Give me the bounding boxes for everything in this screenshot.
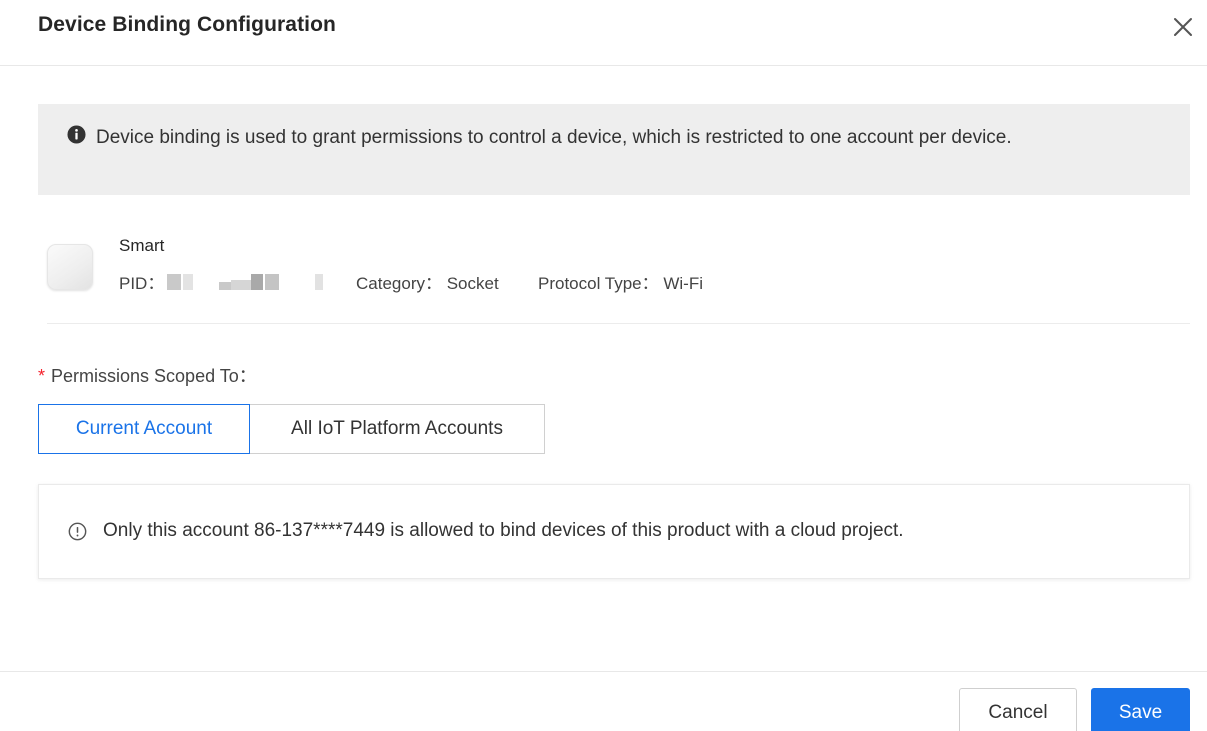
permissions-scope-label-text: Permissions Scoped To： [51,366,257,386]
required-mark: * [38,366,46,386]
device-binding-dialog: Device Binding Configuration Device bind… [0,0,1207,731]
close-icon [1174,18,1192,36]
permissions-scope-label: * Permissions Scoped To： [38,362,257,388]
save-button[interactable]: Save [1091,688,1190,731]
cancel-button[interactable]: Cancel [959,688,1077,731]
info-filled-icon [67,125,86,144]
close-button[interactable] [1170,14,1196,40]
scope-option-all-accounts[interactable]: All IoT Platform Accounts [250,404,545,454]
scope-option-current-account[interactable]: Current Account [38,404,250,454]
product-thumbnail [47,244,93,290]
dialog-header: Device Binding Configuration [0,0,1207,66]
product-name: Smart [119,236,165,255]
dialog-title: Device Binding Configuration [38,13,336,36]
info-outline-icon [68,522,87,541]
pid-label: PID： [119,274,165,293]
notice-text: Device binding is used to grant permissi… [96,127,1012,148]
product-info: Smart PID： Category： Socket Protocol Typ… [47,236,1190,324]
product-protocol: Protocol Type： Wi-Fi [538,274,704,293]
pid-value-redacted [167,274,327,290]
scope-info-text: Only this account 86-137****7449 is allo… [103,520,904,541]
product-category: Category： Socket [356,274,499,293]
footer-divider [0,671,1207,672]
permissions-scope-selector: Current Account All IoT Platform Account… [38,404,545,454]
scope-info-panel: Only this account 86-137****7449 is allo… [38,484,1190,579]
binding-notice: Device binding is used to grant permissi… [38,104,1190,195]
